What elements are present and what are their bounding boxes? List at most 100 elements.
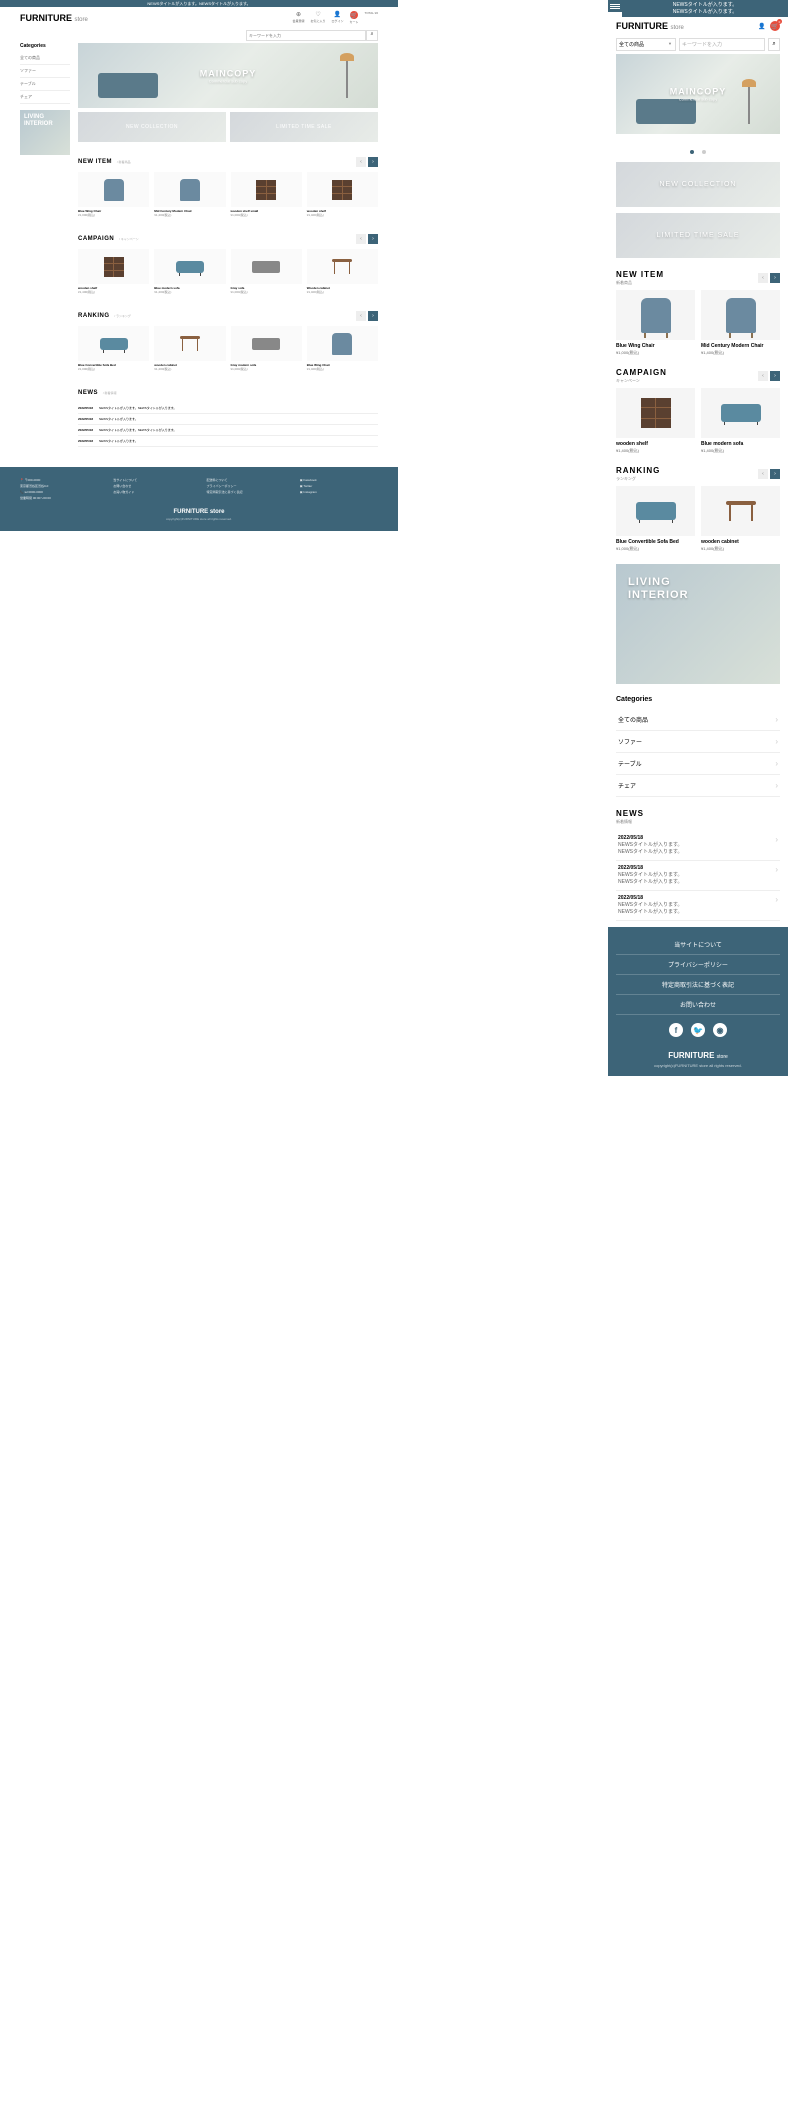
product-card[interactable]: Blue Convertible Sofa Bed¥1,000(税込) [78,326,149,371]
search-button[interactable]: ⌕ [366,30,378,41]
sidebar-category-item[interactable]: チェア [20,91,70,104]
sidebar-living-banner[interactable]: LIVINGINTERIOR [20,110,70,155]
footer-social-link[interactable]: ▣ Instagram [300,489,378,495]
hero-sofa-graphic [636,99,696,124]
hero-carousel[interactable]: MAINCOPYCommercial sub copy [616,54,780,134]
section-title: NEWS [616,809,780,818]
news-item[interactable]: 2022/05/18NEWSタイトルが入ります。 [78,436,378,447]
product-card[interactable]: Blue Wing Chair¥1,400(税込) [307,326,378,371]
category-item[interactable]: ソファー [616,731,780,753]
product-card[interactable]: Blue Wing Chair¥1,000(税込) [78,172,149,217]
footer-link[interactable]: お問い合わせ [616,995,780,1015]
section-ranking: RANKINGランキング ‹› Blue Convertible Sofa Be… [608,460,788,558]
search-button[interactable]: ⌕ [768,38,780,51]
carousel-next-button[interactable]: › [368,157,378,167]
product-card[interactable]: wooden cabinet¥1,400(税込) [701,486,780,552]
carousel-prev-button[interactable]: ‹ [356,311,366,321]
instagram-icon[interactable]: ◉ [713,1023,727,1037]
section-title: CAMPAIGN [78,236,114,242]
twitter-icon[interactable]: 🐦 [691,1023,705,1037]
sidebar-category-item[interactable]: 全ての商品 [20,52,70,65]
footer-link[interactable]: 特定商取引法に基づく表記 [616,975,780,995]
banner-new-collection[interactable]: NEW COLLECTION [616,162,780,207]
product-card[interactable]: Blue modern sofa¥1,400(税込) [154,249,225,294]
product-card[interactable]: wooden shelf¥1,400(税込) [307,172,378,217]
product-card[interactable]: Mid Century Modern Chair¥1,400(税込) [154,172,225,217]
footer-link[interactable]: 特定商取引法に基づく表記 [207,489,285,495]
footer-link[interactable]: プライバシーポリシー [616,955,780,975]
footer-link[interactable]: 当サイトについて [616,935,780,955]
product-card[interactable]: Blue Convertible Sofa Bed¥1,000(税込) [616,486,695,552]
product-card[interactable]: wooden cabinet¥1,400(税込) [154,326,225,371]
carousel-next-button[interactable]: › [368,234,378,244]
facebook-icon[interactable]: f [669,1023,683,1037]
carousel-prev-button[interactable]: ‹ [758,273,768,283]
carousel-dots [608,138,788,162]
product-card[interactable]: Wooden cabinet¥1,400(税込) [307,249,378,294]
banner-limited-sale[interactable]: LIMITED TIME SALE [230,112,378,142]
product-image [256,180,276,200]
living-interior-banner[interactable]: LIVINGINTERIOR [616,564,780,684]
site-logo[interactable]: FURNITURE store [20,13,88,23]
hero-carousel[interactable]: MAINCOPYCommercial sub copy [78,43,378,108]
news-item[interactable]: 2022/05/18NEWSタイトルが入ります。NEWSタイトルが入ります。 [616,861,780,891]
section-ranking: RANKING / ランキング ‹› Blue Convertible Sofa… [78,304,378,371]
product-image [721,404,761,422]
cart-button[interactable]: 🛒0 [770,21,780,31]
product-image [726,501,756,521]
carousel-next-button[interactable]: › [770,273,780,283]
category-item[interactable]: テーブル [616,753,780,775]
footer-link[interactable]: お買い物ガイド [113,489,191,495]
login-link[interactable]: 👤ログイン [332,11,344,24]
carousel-prev-button[interactable]: ‹ [758,469,768,479]
search-input[interactable] [246,30,366,41]
favorites-link[interactable]: ♡お気に入り [311,11,326,24]
sidebar-category-item[interactable]: テーブル [20,78,70,91]
cart-link[interactable]: 🛒カート [350,11,359,24]
product-card[interactable]: Gray modern sofa¥1,000(税込) [231,326,302,371]
banner-limited-sale[interactable]: LIMITED TIME SALE [616,213,780,258]
product-card[interactable]: Blue Wing Chair¥1,000(税込) [616,290,695,356]
product-card[interactable]: Gray sofa¥1,000(税込) [231,249,302,294]
product-image [252,261,280,273]
product-card[interactable]: wooden shelf¥1,400(税込) [616,388,695,454]
product-image [636,502,676,520]
product-image [641,398,671,428]
product-card[interactable]: wooden shelf small¥1,000(税込) [231,172,302,217]
member-register-link[interactable]: ⊕会員登録 [292,11,304,24]
news-item[interactable]: 2022/05/18NEWSタイトルが入ります。NEWSタイトルが入ります。 [78,425,378,436]
categories-section: Categories 全ての商品 ソファー テーブル チェア [608,690,788,803]
section-subtitle: / ランキング [114,314,131,318]
carousel-next-button[interactable]: › [368,311,378,321]
account-button[interactable]: 👤 [758,22,766,30]
cart-icon: 🛒 [350,11,358,19]
category-item[interactable]: 全ての商品 [616,709,780,731]
site-logo[interactable]: FURNITURE store [616,21,684,31]
news-item[interactable]: 2022/05/18NEWSタイトルが入ります。NEWSタイトルが入ります。 [616,831,780,861]
search-input[interactable]: キーワードを入力 [679,38,765,51]
carousel-next-button[interactable]: › [770,371,780,381]
product-image [104,179,124,201]
section-title: RANKING [78,313,110,319]
hamburger-menu-button[interactable] [608,0,622,12]
carousel-dot[interactable] [690,150,694,154]
category-select[interactable]: 全ての商品 [616,38,676,51]
carousel-prev-button[interactable]: ‹ [356,157,366,167]
news-item[interactable]: 2022/05/18NEWSタイトルが入ります。NEWSタイトルが入ります。 [616,891,780,921]
carousel-next-button[interactable]: › [770,469,780,479]
news-item[interactable]: 2022/05/18NEWSタイトルが入ります。 [78,414,378,425]
header: FURNITURE store ⊕会員登録 ♡お気に入り 👤ログイン 🛒カート … [0,7,398,28]
carousel-prev-button[interactable]: ‹ [356,234,366,244]
banner-new-collection[interactable]: NEW COLLECTION [78,112,226,142]
sidebar-category-item[interactable]: ソファー [20,65,70,78]
product-image [641,298,671,333]
carousel-dot[interactable] [702,150,706,154]
category-item[interactable]: チェア [616,775,780,797]
carousel-prev-button[interactable]: ‹ [758,371,768,381]
news-item[interactable]: 2022/05/18NEWSタイトルが入ります。NEWSタイトルが入ります。 [78,403,378,414]
banner-text: LIMITED TIME SALE [657,232,740,239]
section-subtitle: / 新着商品 [116,160,131,164]
product-card[interactable]: Blue modern sofa¥1,400(税込) [701,388,780,454]
product-card[interactable]: wooden shelf¥1,400(税込) [78,249,149,294]
product-card[interactable]: Mid Century Modern Chair¥1,400(税込) [701,290,780,356]
